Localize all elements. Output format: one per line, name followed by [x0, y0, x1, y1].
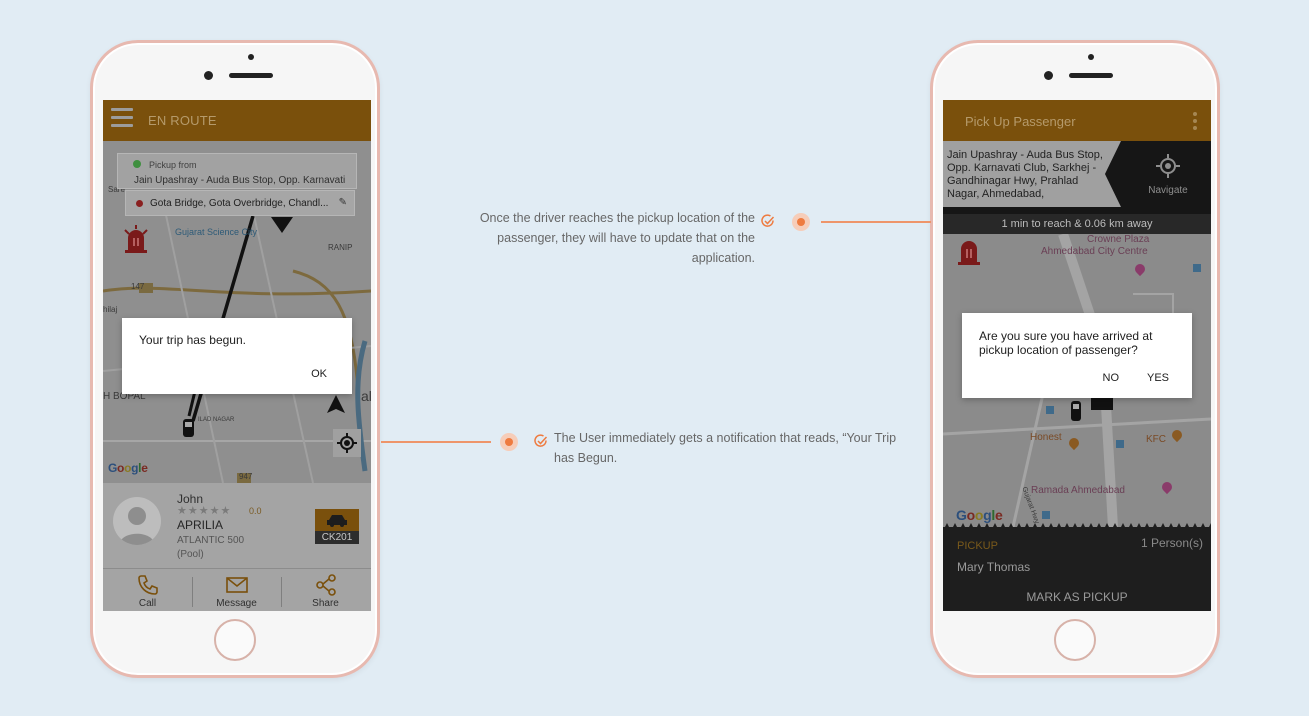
address-box: Jain Upashray - Auda Bus Stop, Opp. Karn… — [943, 141, 1121, 207]
screen-pick-up-passenger: Pick Up Passenger Jain Upashray - Auda B… — [943, 100, 1211, 611]
screen-en-route: EN ROUTE 147 947 Gujarat Science City RA… — [103, 100, 371, 611]
check-circle-icon — [761, 214, 775, 227]
more-vert-icon[interactable] — [1193, 112, 1197, 133]
camera-lens — [1044, 71, 1053, 80]
callout-bullet — [792, 213, 810, 231]
front-camera — [248, 54, 254, 60]
navigate-label: Navigate — [1148, 185, 1188, 196]
rating-stars-icon: ★★★★★ — [177, 505, 232, 517]
pickup-label: PICKUP — [957, 540, 998, 552]
share-icon — [315, 574, 336, 596]
ok-button[interactable]: OK — [311, 368, 327, 380]
app-bar: Pick Up Passenger — [943, 100, 1211, 141]
check-circle-icon — [534, 434, 548, 447]
rating-value: 0.0 — [249, 506, 262, 516]
plate-number: CK201 — [315, 531, 359, 544]
navigate-button[interactable]: Navigate — [1133, 153, 1203, 199]
map-label-947: 947 — [239, 472, 253, 481]
trip-begun-dialog: Your trip has begun. OK — [122, 318, 352, 394]
car-submodel: ATLANTIC 500 — [177, 535, 245, 546]
home-button[interactable] — [1054, 619, 1096, 661]
passenger-name: Mary Thomas — [957, 560, 1031, 574]
phone-left: EN ROUTE 147 947 Gujarat Science City RA… — [90, 40, 380, 678]
map-label-ilad-nagar: ILAD NAGAR — [198, 417, 235, 423]
map-label-al: al — [361, 388, 371, 404]
dialog-message: Are you sure you have arrived at pickup … — [979, 329, 1153, 357]
callout-bullet — [500, 433, 518, 451]
ride-type: (Pool) — [177, 549, 204, 560]
yes-button[interactable]: YES — [1147, 372, 1169, 384]
message-label: Message — [216, 598, 257, 609]
navigate-icon — [1156, 154, 1180, 178]
app-bar-title: EN ROUTE — [148, 113, 217, 128]
my-location-icon[interactable] — [333, 429, 361, 457]
front-camera — [1088, 54, 1094, 60]
drop-dot-icon — [136, 200, 143, 207]
callout-trip-begun: The User immediately gets a notification… — [554, 431, 897, 465]
pickup-label: Pickup from — [149, 160, 197, 170]
mark-as-pickup-button[interactable]: MARK AS PICKUP — [943, 583, 1211, 611]
call-button[interactable]: Call — [103, 569, 192, 611]
edit-icon[interactable]: ✎ — [339, 197, 347, 208]
person-count: 1 Person(s) — [1140, 536, 1203, 550]
call-label: Call — [138, 598, 157, 609]
dialog-message: Your trip has begun. — [139, 333, 246, 347]
camera-lens — [204, 71, 213, 80]
drop-box[interactable]: Gota Bridge, Gota Overbridge, Chandl... … — [125, 190, 355, 216]
callout-driver-arrival: Once the driver reaches the pickup locat… — [479, 211, 755, 265]
share-button[interactable]: Share — [281, 569, 370, 611]
car-model: APRILIA — [177, 518, 224, 532]
earpiece-speaker — [229, 73, 273, 78]
address-panel: Jain Upashray - Auda Bus Stop, Opp. Karn… — [943, 141, 1211, 219]
pickup-box[interactable]: Pickup from Jain Upashray - Auda Bus Sto… — [117, 153, 357, 189]
phone-right: Pick Up Passenger Jain Upashray - Auda B… — [930, 40, 1220, 678]
siren-icon[interactable] — [122, 224, 150, 254]
callout-connector — [821, 221, 931, 223]
app-bar: EN ROUTE — [103, 100, 371, 141]
driver-avatar — [113, 497, 161, 545]
car-icon — [315, 509, 359, 531]
drop-address: Gota Bridge, Gota Overbridge, Chandl... — [150, 198, 329, 209]
map-label-ranip: RANIP — [328, 243, 353, 252]
no-button[interactable]: NO — [1103, 372, 1120, 384]
google-logo: Google — [956, 507, 1003, 523]
action-bar: Call Message Share — [103, 568, 371, 611]
phone-icon — [137, 575, 158, 595]
pickup-dot-icon — [133, 160, 141, 168]
arrived-confirm-dialog: Are you sure you have arrived at pickup … — [962, 313, 1192, 398]
earpiece-speaker — [1069, 73, 1113, 78]
map-label-ramada: Ramada Ahmedabad — [1031, 485, 1125, 496]
share-label: Share — [312, 598, 339, 609]
home-button[interactable] — [214, 619, 256, 661]
map-label-147: 147 — [131, 282, 145, 291]
message-button[interactable]: Message — [192, 569, 281, 611]
siren-icon[interactable] — [955, 234, 983, 266]
map-label-honest: Honest — [1030, 432, 1062, 443]
pickup-panel: PICKUP 1 Person(s) Mary Thomas MARK AS P… — [943, 527, 1211, 611]
map-label-crowne: Crowne Plaza — [1087, 234, 1150, 245]
map-label-kfc: KFC — [1146, 434, 1166, 445]
map-label-hilaj: hilaj — [103, 305, 118, 314]
map-label-crowne-city: Ahmedabad City Centre — [1041, 246, 1148, 257]
callout-connector — [381, 441, 491, 443]
pickup-address: Jain Upashray - Auda Bus Stop, Opp. Karn… — [134, 175, 346, 186]
pickup-address: Jain Upashray - Auda Bus Stop, Opp. Karn… — [947, 149, 1103, 200]
envelope-icon — [225, 577, 248, 593]
hamburger-icon[interactable] — [111, 108, 133, 128]
eta-bar: 1 min to reach & 0.06 km away — [943, 214, 1211, 234]
map-label-science-city: Gujarat Science City — [175, 227, 258, 237]
google-logo: Google — [108, 461, 148, 475]
map-view[interactable]: 147 947 Gujarat Science City RANIP H BOP… — [103, 141, 371, 483]
driver-card: John ★★★★★ 0.0 APRILIA ATLANTIC 500 (Poo… — [103, 483, 371, 568]
app-bar-title: Pick Up Passenger — [965, 114, 1076, 129]
